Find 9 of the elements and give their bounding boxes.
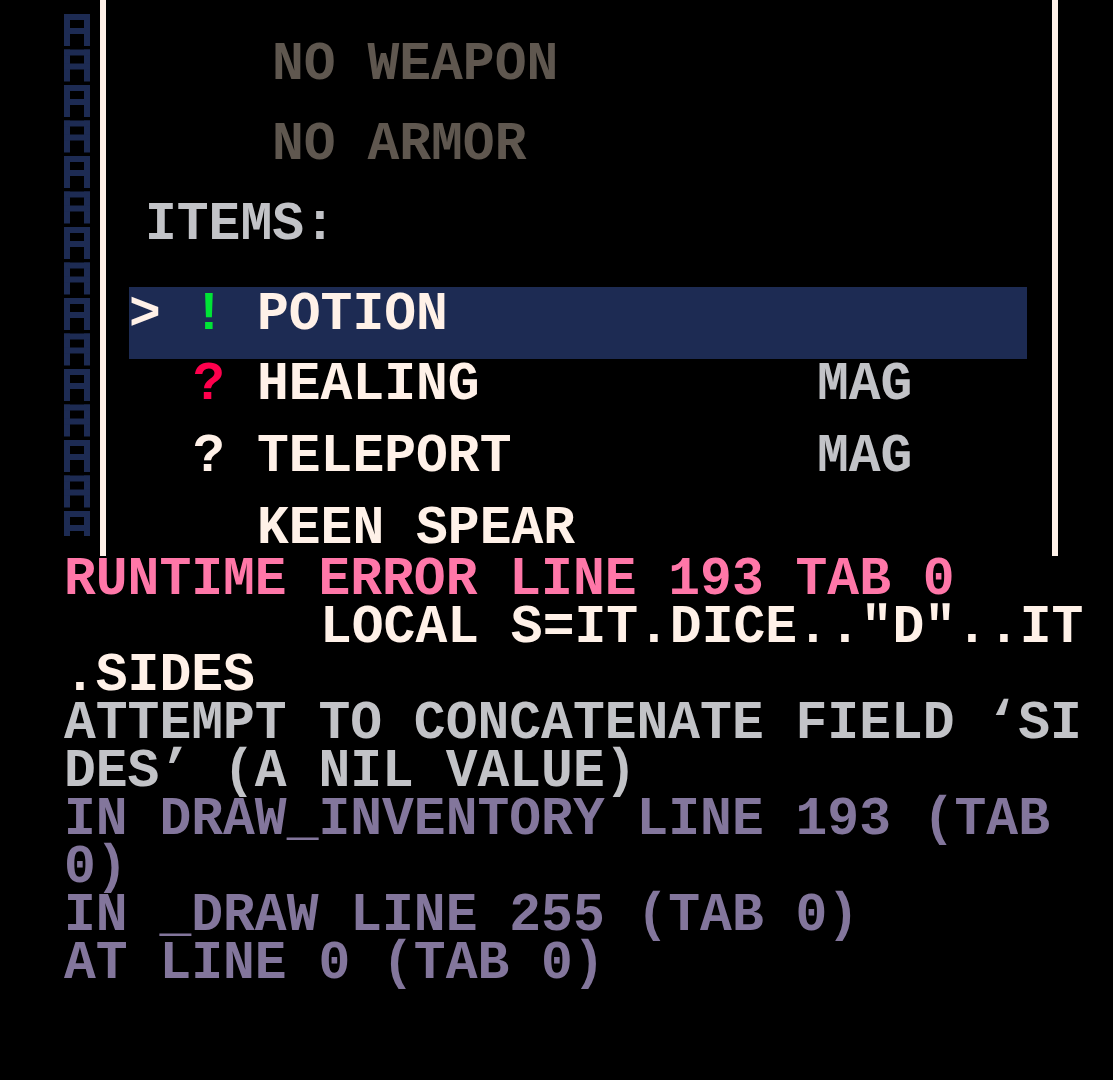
item-name: POTION [257, 285, 448, 345]
item-tag: MAG [817, 361, 913, 409]
item-tag: MAG [817, 433, 913, 481]
armor-slot-text: NO ARMOR [272, 121, 527, 169]
item-symbol: ! [193, 285, 225, 345]
items-heading: ITEMS: [145, 201, 336, 249]
cursor-text: > [129, 285, 161, 345]
inventory-item[interactable]: > ! POTION [129, 287, 1027, 359]
weapon-slot-text: NO WEAPON [272, 41, 559, 89]
